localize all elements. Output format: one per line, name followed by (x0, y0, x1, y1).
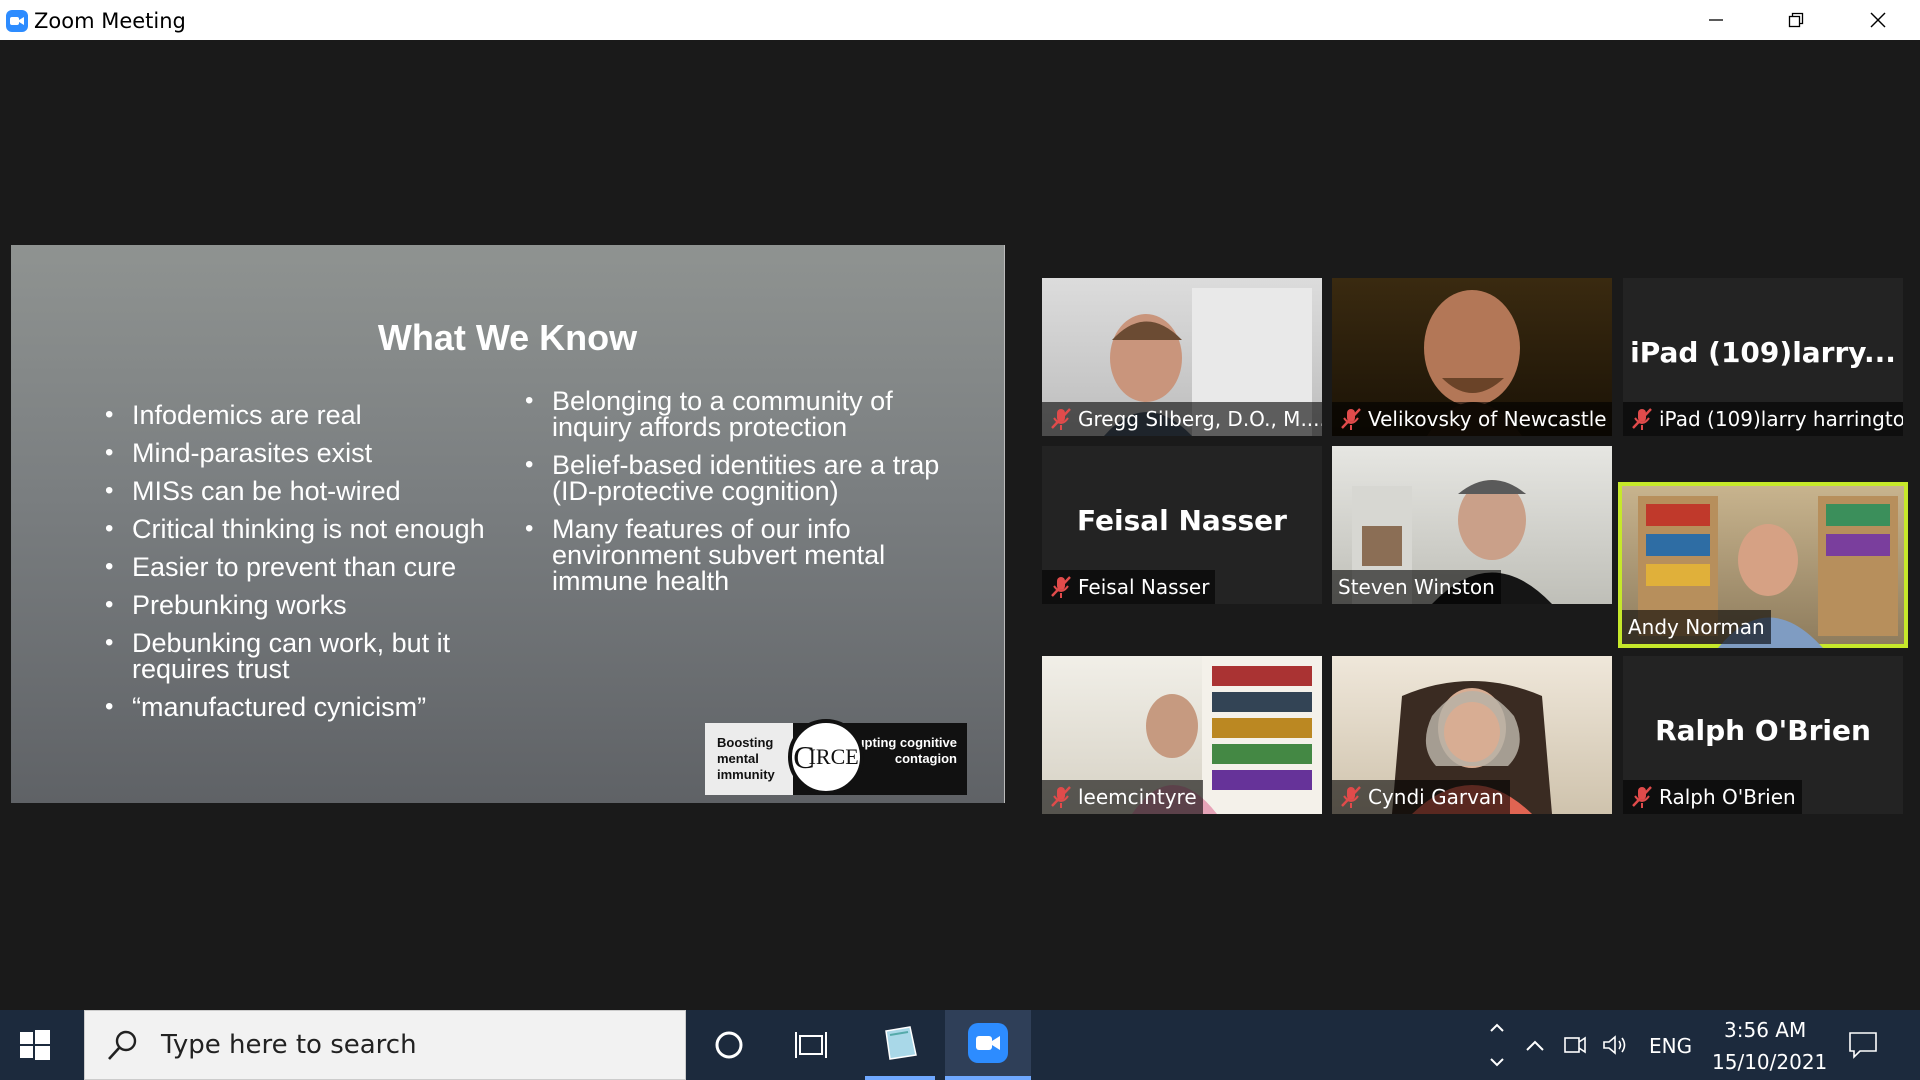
participant-tile[interactable]: Cyndi Garvan (1332, 656, 1612, 814)
participant-display-name: iPad (109)larry... (1630, 336, 1896, 369)
zoom-app-icon (968, 1023, 1008, 1063)
clock-time[interactable]: 3:56 AM (1724, 1018, 1806, 1042)
windows-start-icon[interactable] (18, 1028, 52, 1062)
search-placeholder: Type here to search (161, 1030, 417, 1060)
mic-muted-icon (1051, 786, 1071, 808)
taskbar-search-box[interactable]: Type here to search (84, 1010, 686, 1080)
close-icon (1870, 12, 1886, 28)
taskbar-app-zoom[interactable] (945, 1010, 1031, 1080)
participant-tile[interactable]: Steven Winston (1332, 446, 1612, 604)
zoom-app-icon (6, 10, 28, 32)
restore-button[interactable] (1756, 0, 1836, 40)
speaker-icon (1603, 1035, 1626, 1055)
bullet: Belief-based identities are a trap (ID-p… (525, 452, 952, 505)
minimize-icon (1709, 19, 1723, 21)
participant-tile[interactable]: Feisal Nasser Feisal Nasser (1042, 446, 1322, 604)
participant-name: Andy Norman (1628, 615, 1765, 639)
chevron-up-down-icon (1490, 1023, 1504, 1067)
cortana-circle-icon (715, 1031, 743, 1059)
participant-label: Andy Norman (1622, 610, 1771, 644)
bullet: Many features of our info environment su… (525, 516, 952, 595)
clock-date[interactable]: 15/10/2021 (1712, 1050, 1827, 1074)
participant-label: Velikovsky of Newcastle (1332, 402, 1612, 436)
participant-label: Ralph O'Brien (1623, 780, 1802, 814)
participant-name: Gregg Silberg, D.O., M.... (1078, 407, 1322, 431)
volume-button[interactable] (1598, 1010, 1632, 1080)
mic-muted-icon (1051, 408, 1071, 430)
participant-display-name: Ralph O'Brien (1655, 714, 1871, 747)
logo-circle: C IRCE (788, 719, 864, 795)
minimize-button[interactable] (1676, 0, 1756, 40)
participant-name: Feisal Nasser (1078, 575, 1210, 599)
mic-muted-icon (1632, 786, 1652, 808)
scroll-arrows[interactable] (1482, 1010, 1512, 1080)
slide-title: What We Know (377, 317, 638, 358)
participant-label: leemcintyre (1042, 780, 1203, 814)
slide-left-bullets: Infodemics are real Mind-parasites exist… (105, 402, 525, 732)
mic-muted-icon (1632, 408, 1652, 430)
participant-name: leemcintyre (1078, 785, 1197, 809)
cortana-button[interactable] (694, 1010, 764, 1080)
bullet: Mind-parasites exist (105, 440, 525, 467)
logo-center-text: IRCE (808, 744, 859, 769)
taskbar-app-notes[interactable] (865, 1010, 935, 1080)
title-bar: Zoom Meeting (0, 0, 1920, 40)
participant-label: Steven Winston (1332, 570, 1501, 604)
shared-screen: What We Know Infodemics are real Mind-pa… (11, 245, 1005, 803)
bullet: Critical thinking is not enough (105, 516, 525, 543)
meeting-stage: What We Know Infodemics are real Mind-pa… (0, 40, 1920, 1010)
restore-icon (1788, 12, 1804, 28)
close-button[interactable] (1838, 0, 1918, 40)
participant-tile-active-speaker[interactable]: Andy Norman (1618, 482, 1908, 648)
participant-tile[interactable]: Gregg Silberg, D.O., M.... (1042, 278, 1322, 436)
participant-name: Ralph O'Brien (1659, 785, 1796, 809)
bullet: Easier to prevent than cure (105, 554, 525, 581)
bullet: Debunking can work, but it requires trus… (105, 630, 502, 683)
mic-muted-icon (1341, 786, 1361, 808)
participant-tile[interactable]: Velikovsky of Newcastle (1332, 278, 1612, 436)
participant-label: Cyndi Garvan (1332, 780, 1510, 814)
bullet: Infodemics are real (105, 402, 525, 429)
bullet: Belonging to a community of inquiry affo… (525, 388, 952, 441)
participant-label: iPad (109)larry harrington (1623, 402, 1903, 436)
participant-name: Steven Winston (1338, 575, 1495, 599)
participant-label: Gregg Silberg, D.O., M.... (1042, 402, 1322, 436)
notifications-button[interactable] (1828, 1010, 1898, 1080)
windows-taskbar: Type here to search ENG 3:56 AM 15/10/20… (0, 1010, 1920, 1080)
mic-muted-icon (1341, 408, 1361, 430)
task-view-button[interactable] (776, 1010, 846, 1080)
circe-logo: Boosting mental immunity Disrupting cogn… (705, 719, 967, 795)
participant-name: Cyndi Garvan (1368, 785, 1504, 809)
meet-now-icon (1564, 1036, 1586, 1054)
show-hidden-icons-button[interactable] (1518, 1010, 1552, 1080)
slide-right-bullets: Belonging to a community of inquiry affo… (525, 388, 945, 606)
logo-left-text: Boosting mental immunity (705, 723, 793, 795)
mic-muted-icon (1051, 576, 1071, 598)
bullet: MISs can be hot-wired (105, 478, 525, 505)
bullet: “manufactured cynicism” (105, 694, 525, 721)
participant-tile[interactable]: leemcintyre (1042, 656, 1322, 814)
meet-now-button[interactable] (1558, 1010, 1592, 1080)
window-title: Zoom Meeting (34, 9, 186, 33)
participant-tile[interactable]: Ralph O'Brien Ralph O'Brien (1623, 656, 1903, 814)
bullet: Prebunking works (105, 592, 525, 619)
participant-name: iPad (109)larry harrington (1659, 407, 1903, 431)
notification-speech-bubble-icon (1849, 1032, 1877, 1059)
input-language[interactable]: ENG (1649, 1034, 1692, 1058)
task-view-icon (795, 1032, 827, 1058)
participant-name: Velikovsky of Newcastle (1368, 407, 1607, 431)
participant-display-name: Feisal Nasser (1077, 504, 1287, 537)
search-icon (108, 1030, 137, 1060)
participant-label: Feisal Nasser (1042, 570, 1216, 604)
participant-tile[interactable]: iPad (109)larry... iPad (109)larry harri… (1623, 278, 1903, 436)
notes-app-icon (885, 1026, 917, 1060)
chevron-up-icon (1526, 1040, 1544, 1051)
